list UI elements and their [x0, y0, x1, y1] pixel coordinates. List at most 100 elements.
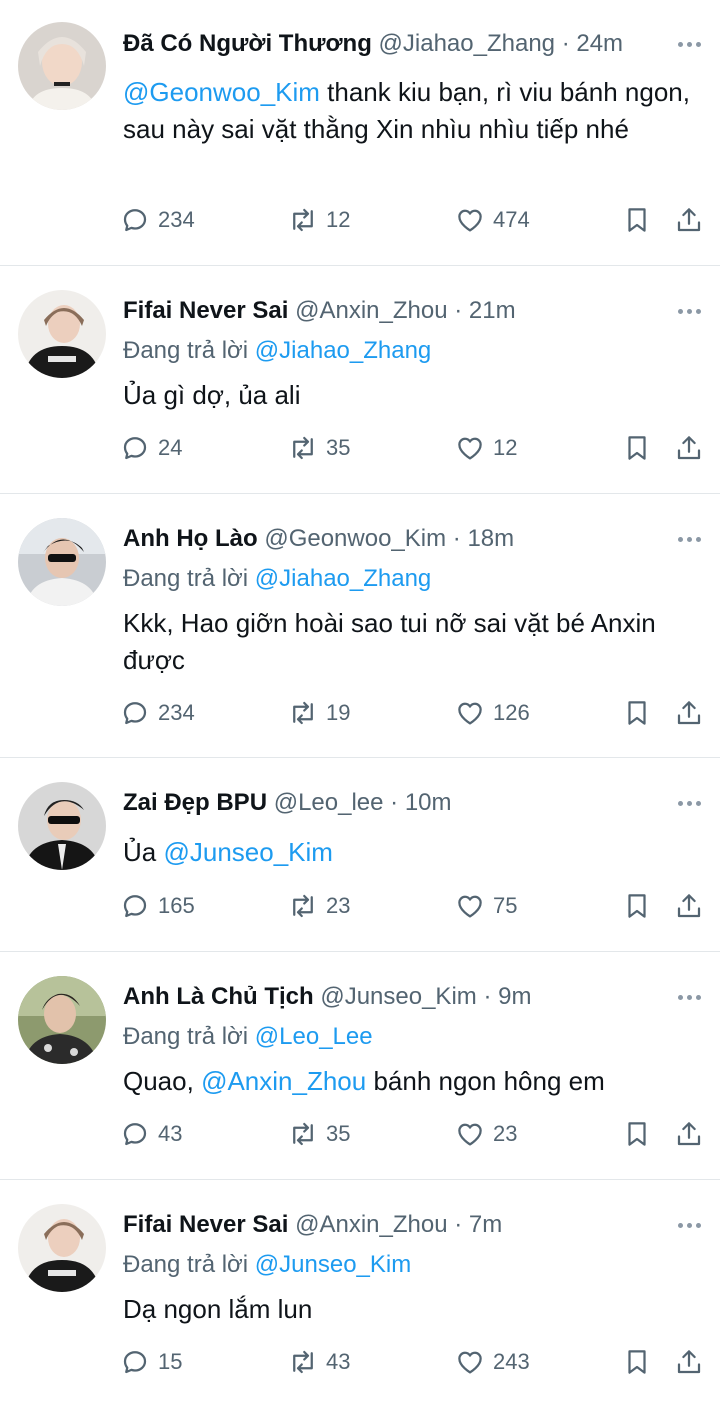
reply-count: 234 [158, 207, 195, 232]
reply-count: 15 [158, 1349, 183, 1374]
text-segment: Quao, [123, 1066, 202, 1096]
share-button[interactable] [674, 886, 704, 926]
heart-icon [458, 895, 482, 918]
separator-dot: · [390, 789, 399, 816]
display-name[interactable]: Zai Đẹp BPU [123, 789, 267, 816]
retweet-icon [293, 1122, 313, 1146]
retweet-button[interactable]: 35 [288, 428, 350, 468]
retweet-button[interactable]: 12 [288, 200, 350, 240]
more-options-icon[interactable] [674, 982, 704, 1012]
retweet-count: 12 [326, 207, 351, 232]
replying-to-mention[interactable]: @Leo_Lee [255, 1023, 373, 1050]
tweet-text: Ủa gì dợ, ủa ali [123, 377, 696, 414]
reply-count: 24 [158, 435, 183, 460]
bookmark-button[interactable] [622, 693, 652, 733]
user-handle[interactable]: @Anxin_Zhou [295, 297, 447, 324]
text-segment: Kkk, Hao giỡn hoài sao tui nỡ sai vặt bé… [123, 608, 656, 675]
display-name[interactable]: Anh Họ Lào [123, 525, 258, 552]
bookmark-button[interactable] [622, 886, 652, 926]
share-button[interactable] [674, 200, 704, 240]
reply-button[interactable]: 234 [120, 200, 195, 240]
avatar[interactable] [18, 518, 106, 606]
tweet-header: Fifai Never Sai @Anxin_Zhou · 7m [123, 1208, 650, 1242]
replying-to-mention[interactable]: @Jiahao_Zhang [255, 565, 431, 592]
retweet-button[interactable]: 43 [288, 1342, 350, 1382]
tweet-text: Dạ ngon lắm lun [123, 1291, 696, 1328]
mention-link[interactable]: @Junseo_Kim [163, 837, 332, 867]
tweet[interactable]: Đã Có Người Thương @Jiahao_Zhang · 24m @… [0, 0, 720, 265]
bookmark-button[interactable] [622, 200, 652, 240]
tweet-header: Fifai Never Sai @Anxin_Zhou · 21m [123, 294, 650, 328]
reply-button[interactable]: 165 [120, 886, 195, 926]
bookmark-button[interactable] [622, 1114, 652, 1154]
more-options-icon[interactable] [674, 788, 704, 818]
tweet[interactable]: Fifai Never Sai @Anxin_Zhou · 7m Đang tr… [0, 1180, 720, 1402]
tweet[interactable]: Fifai Never Sai @Anxin_Zhou · 21m Đang t… [0, 266, 720, 493]
timestamp[interactable]: 21m [469, 297, 516, 324]
reply-button[interactable]: 234 [120, 693, 195, 733]
like-button[interactable]: 243 [455, 1342, 530, 1382]
timestamp[interactable]: 10m [405, 789, 452, 816]
timestamp[interactable]: 9m [498, 983, 531, 1010]
text-segment: Ủa [123, 837, 164, 867]
reply-button[interactable]: 15 [120, 1342, 182, 1382]
retweet-button[interactable]: 23 [288, 886, 350, 926]
more-options-icon[interactable] [674, 29, 704, 59]
retweet-button[interactable]: 35 [288, 1114, 350, 1154]
timestamp[interactable]: 7m [469, 1211, 502, 1238]
display-name[interactable]: Fifai Never Sai [123, 297, 288, 324]
more-options-icon[interactable] [674, 1210, 704, 1240]
share-button[interactable] [674, 1342, 704, 1382]
reply-count: 43 [158, 1121, 183, 1146]
share-button[interactable] [674, 693, 704, 733]
mention-link[interactable]: @Anxin_Zhou [201, 1066, 366, 1096]
share-button[interactable] [674, 428, 704, 468]
retweet-button[interactable]: 19 [288, 693, 350, 733]
like-button[interactable]: 75 [455, 886, 517, 926]
display-name[interactable]: Anh Là Chủ Tịch [123, 983, 314, 1010]
avatar[interactable] [18, 22, 106, 110]
user-handle[interactable]: @Geonwoo_Kim [264, 525, 446, 552]
retweet-count: 23 [326, 893, 351, 918]
bookmark-button[interactable] [622, 1342, 652, 1382]
avatar[interactable] [18, 976, 106, 1064]
user-handle[interactable]: @Leo_lee [274, 789, 384, 816]
like-button[interactable]: 12 [455, 428, 517, 468]
replying-to: Đang trả lời @Jiahao_Zhang [123, 334, 431, 368]
tweet[interactable]: Anh Họ Lào @Geonwoo_Kim · 18m Đang trả l… [0, 494, 720, 757]
reply-button[interactable]: 43 [120, 1114, 182, 1154]
separator-dot: · [454, 1211, 463, 1238]
like-button[interactable]: 23 [455, 1114, 517, 1154]
share-icon [677, 208, 701, 232]
avatar[interactable] [18, 782, 106, 870]
share-button[interactable] [674, 1114, 704, 1154]
retweet-count: 35 [326, 1121, 351, 1146]
more-options-icon[interactable] [674, 296, 704, 326]
like-button[interactable]: 126 [455, 693, 530, 733]
reply-button[interactable]: 24 [120, 428, 182, 468]
text-segment: Ủa gì dợ, ủa ali [123, 380, 301, 410]
tweet[interactable]: Anh Là Chủ Tịch @Junseo_Kim · 9m Đang tr… [0, 952, 720, 1179]
user-handle[interactable]: @Junseo_Kim [320, 983, 476, 1010]
tweet-text: Ủa @Junseo_Kim [123, 834, 696, 871]
user-handle[interactable]: @Jiahao_Zhang [379, 30, 555, 57]
avatar[interactable] [18, 1204, 106, 1292]
reply-icon [123, 1123, 147, 1146]
avatar[interactable] [18, 290, 106, 378]
timestamp[interactable]: 18m [467, 525, 514, 552]
replying-to-mention[interactable]: @Junseo_Kim [255, 1251, 411, 1278]
user-handle[interactable]: @Anxin_Zhou [295, 1211, 447, 1238]
like-button[interactable]: 474 [455, 200, 530, 240]
timestamp[interactable]: 24m [576, 30, 623, 57]
tweet[interactable]: Zai Đẹp BPU @Leo_lee · 10m Ủa @Junseo_Ki… [0, 758, 720, 951]
replying-to-mention[interactable]: @Jiahao_Zhang [255, 337, 431, 364]
like-count: 126 [493, 700, 530, 725]
display-name[interactable]: Đã Có Người Thương [123, 30, 372, 57]
more-options-icon[interactable] [674, 524, 704, 554]
reply-icon [123, 1351, 147, 1374]
display-name[interactable]: Fifai Never Sai [123, 1211, 288, 1238]
mention-link[interactable]: @Geonwoo_Kim [123, 77, 320, 107]
bookmark-button[interactable] [622, 428, 652, 468]
tweet-header: Anh Họ Lào @Geonwoo_Kim · 18m [123, 522, 650, 556]
replying-to-label: Đang trả lời [123, 565, 249, 592]
